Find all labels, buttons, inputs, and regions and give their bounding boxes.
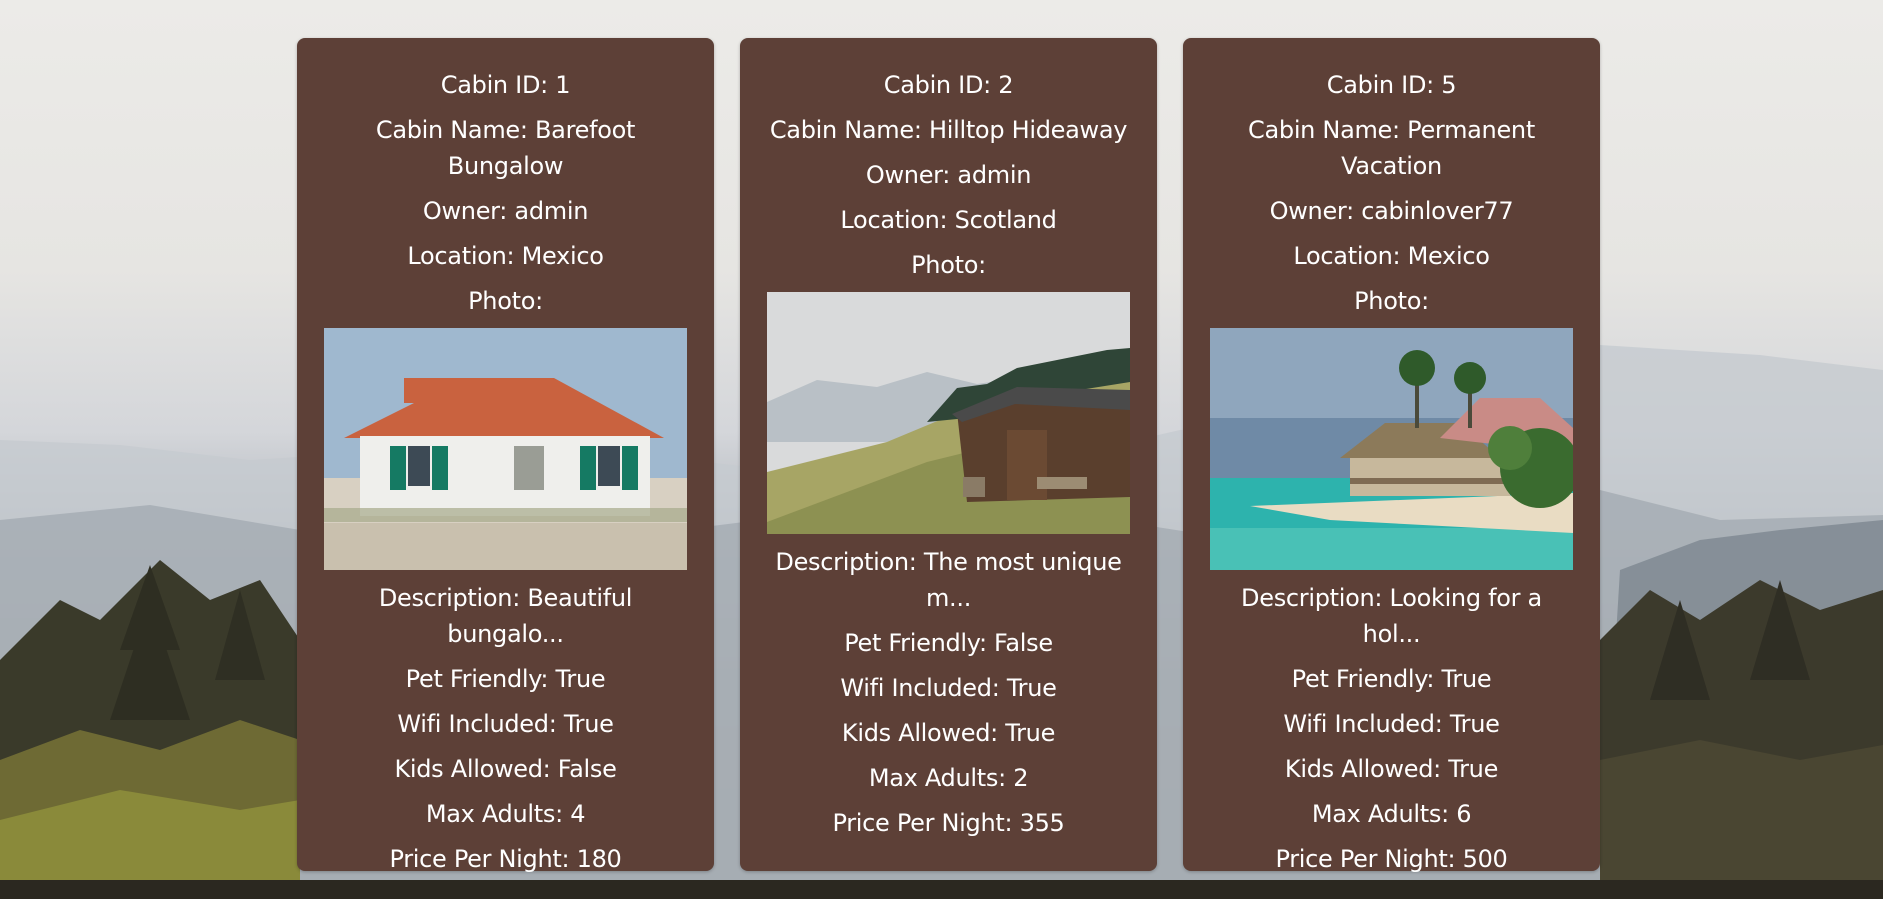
cabin-wifi-included: Wifi Included: True	[1283, 710, 1500, 738]
cabin-description: Description: Looking for a hol...	[1241, 584, 1542, 648]
cabin-location: Location: Scotland	[840, 206, 1057, 234]
cabin-id: Cabin ID: 5	[1326, 71, 1457, 99]
cabin-price-per-night: Price Per Night: 355	[832, 809, 1065, 837]
cabin-price-per-night: Price Per Night: 180	[389, 845, 622, 873]
cabin-wifi-included: Wifi Included: True	[840, 674, 1057, 702]
cabin-description: Description: The most unique m...	[775, 548, 1122, 612]
cabin-location: Location: Mexico	[407, 242, 604, 270]
cabin-kids-allowed: Kids Allowed: True	[1284, 755, 1499, 783]
cabin-max-adults: Max Adults: 6	[1311, 800, 1472, 828]
cabin-pet-friendly: Pet Friendly: False	[844, 629, 1053, 657]
cabin-wifi-included: Wifi Included: True	[397, 710, 614, 738]
cabin-name: Cabin Name: Barefoot Bungalow	[375, 116, 636, 180]
cabin-id: Cabin ID: 1	[440, 71, 571, 99]
cabin-price-per-night: Price Per Night: 500	[1275, 845, 1508, 873]
cabin-owner: Owner: cabinlover77	[1269, 197, 1514, 225]
cabin-photo-label: Photo:	[1354, 287, 1429, 315]
cabin-photo	[1210, 328, 1573, 570]
cabin-photo	[767, 292, 1130, 534]
cabin-card: Cabin ID: 2 Cabin Name: Hilltop Hideaway…	[740, 38, 1157, 871]
cabin-max-adults: Max Adults: 2	[868, 764, 1029, 792]
cabin-owner: Owner: admin	[422, 197, 589, 225]
cabin-location: Location: Mexico	[1293, 242, 1490, 270]
cabin-max-adults: Max Adults: 4	[425, 800, 586, 828]
cabin-photo-label: Photo:	[468, 287, 543, 315]
cabin-kids-allowed: Kids Allowed: True	[841, 719, 1056, 747]
cabin-id: Cabin ID: 2	[883, 71, 1014, 99]
page: Cabin ID: 1 Cabin Name: Barefoot Bungalo…	[0, 0, 1883, 899]
cabin-owner: Owner: admin	[865, 161, 1032, 189]
cabin-name: Cabin Name: Hilltop Hideaway	[769, 116, 1128, 144]
cabin-card: Cabin ID: 1 Cabin Name: Barefoot Bungalo…	[297, 38, 714, 873]
cabin-description: Description: Beautiful bungalo...	[378, 584, 633, 648]
cabin-kids-allowed: Kids Allowed: False	[394, 755, 617, 783]
cabin-photo-label: Photo:	[911, 251, 986, 279]
cabin-pet-friendly: Pet Friendly: True	[405, 665, 606, 693]
cabin-pet-friendly: Pet Friendly: True	[1291, 665, 1492, 693]
cabin-card-list: Cabin ID: 1 Cabin Name: Barefoot Bungalo…	[297, 38, 1600, 873]
cabin-photo	[324, 328, 687, 570]
cabin-card: Cabin ID: 5 Cabin Name: Permanent Vacati…	[1183, 38, 1600, 873]
cabin-name: Cabin Name: Permanent Vacation	[1248, 116, 1535, 180]
